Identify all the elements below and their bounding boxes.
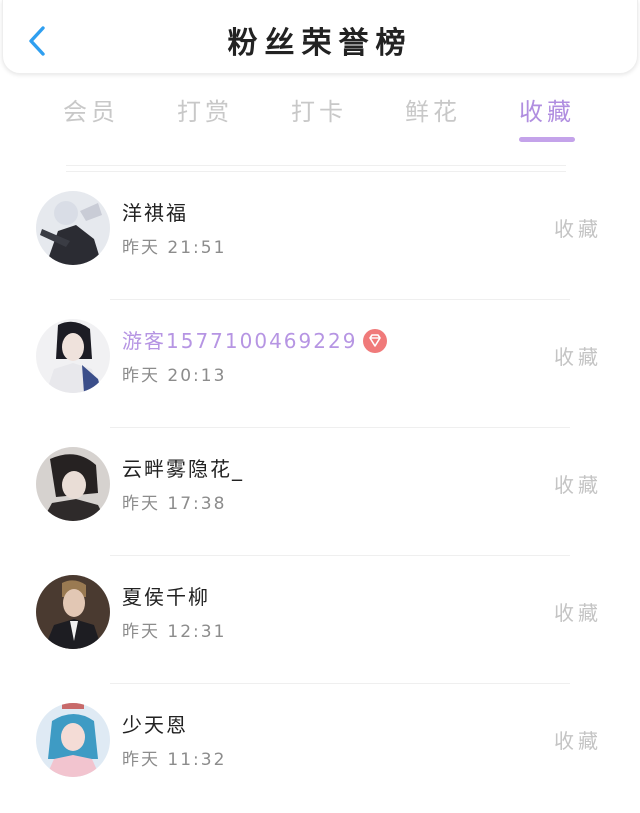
tab-flowers[interactable]: 鲜花 [378, 92, 488, 127]
fan-time: 昨天 20:13 [122, 366, 227, 386]
tab-bar: 会员 打赏 打卡 鲜花 收藏 [0, 82, 640, 162]
action-label: 收藏 [554, 345, 602, 369]
divider [110, 555, 570, 556]
avatar [36, 191, 110, 265]
page-title: 粉丝荣誉榜 [227, 26, 413, 61]
action-label: 收藏 [554, 601, 602, 625]
avatar [36, 447, 110, 521]
fan-row[interactable]: 少天恩 昨天 11:32 收藏 [0, 685, 640, 813]
fan-name: 夏侯千柳 [122, 585, 210, 609]
divider [110, 427, 570, 428]
fan-name: 游客1577100469229 [122, 325, 388, 355]
action-label: 收藏 [554, 473, 602, 497]
tab-favorites[interactable]: 收藏 [492, 92, 602, 127]
fan-time: 昨天 11:32 [122, 750, 227, 770]
fan-name: 洋祺福 [122, 201, 188, 225]
divider [110, 683, 570, 684]
fan-time: 昨天 21:51 [122, 238, 227, 258]
action-label: 收藏 [554, 729, 602, 753]
fan-name: 少天恩 [122, 713, 188, 737]
fan-name-text: 游客1577100469229 [122, 329, 358, 353]
fan-row[interactable]: 洋祺福 昨天 21:51 收藏 [0, 173, 640, 301]
fan-row[interactable]: 夏侯千柳 昨天 12:31 收藏 [0, 557, 640, 685]
divider [66, 165, 566, 166]
divider [110, 299, 570, 300]
tab-members[interactable]: 会员 [36, 92, 146, 127]
fan-row[interactable]: 云畔雾隐花_ 昨天 17:38 收藏 [0, 429, 640, 557]
tab-rewards[interactable]: 打赏 [150, 92, 260, 127]
divider [66, 171, 566, 172]
fan-time: 昨天 12:31 [122, 622, 227, 642]
avatar [36, 703, 110, 777]
diamond-icon [363, 328, 388, 353]
active-tab-indicator [519, 137, 575, 142]
action-label: 收藏 [554, 217, 602, 241]
tab-checkin[interactable]: 打卡 [264, 92, 374, 127]
avatar [36, 319, 110, 393]
top-bar: 粉丝荣誉榜 [2, 0, 638, 74]
fan-time: 昨天 17:38 [122, 494, 227, 514]
fan-row[interactable]: 游客1577100469229 昨天 20:13 收藏 [0, 301, 640, 429]
avatar [36, 575, 110, 649]
fan-name: 云畔雾隐花_ [122, 457, 244, 481]
